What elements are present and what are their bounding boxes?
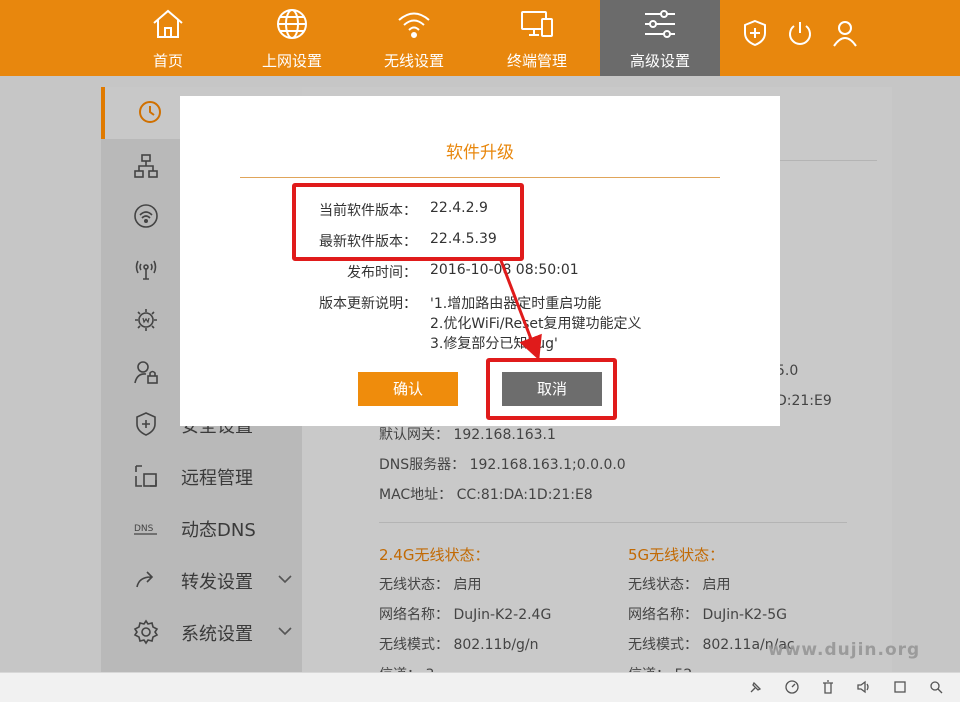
release-notes-label: 版本更新说明： [319,296,417,312]
dns-label: DNS服务器： [379,457,466,473]
nav-devices[interactable]: 终端管理 [477,0,597,76]
window-icon[interactable] [892,679,908,695]
network-icon [134,154,158,178]
wifi5-state-value: 启用 [702,577,731,593]
wifi24-ssid-row: 网络名称： DuJin-K2-2.4G [379,604,551,624]
wifi-router-icon [134,204,158,228]
gateway-label: 默认网关： [379,427,449,443]
mac-label: MAC地址： [379,487,453,503]
browser-status-bar [0,672,960,702]
sidebar-item-forwarding[interactable]: 转发设置 [101,555,302,607]
gateway-value: 192.168.163.1 [453,427,556,443]
remote-icon [135,465,157,487]
antenna-icon [135,260,157,280]
dns-row: DNS服务器： 192.168.163.1;0.0.0.0 [379,454,626,474]
wifi24-section-title: 2.4G无线状态： [379,546,490,564]
top-nav: 首页 上网设置 无线设置 终端管理 高级设置 [0,0,960,76]
nav-internet[interactable]: 上网设置 [232,0,352,76]
nav-advanced-label: 高级设置 [629,52,690,70]
nav-wireless[interactable]: 无线设置 [354,0,474,76]
user-icon [833,21,857,47]
sidebar-item-ddns-label: 动态DNS [181,520,256,541]
nav-home-label: 首页 [152,52,183,70]
divider [379,522,847,523]
mac-row: MAC地址： CC:81:DA:1D:21:E8 [379,484,593,504]
nav-devices-label: 终端管理 [506,52,567,70]
watermark: www.dujin.org [768,640,921,660]
wifi5-ssid-label: 网络名称： [628,607,698,623]
wifi5-ssid-row: 网络名称： DuJin-K2-5G [628,604,787,624]
release-note-3: 3.修复部分已知bug' [430,336,558,352]
devices-icon [521,11,553,37]
sliders-icon [645,10,675,38]
wifi24-state-label: 无线状态： [379,577,449,593]
annotation-box-versions [292,183,524,261]
home-icon [153,9,183,38]
release-time-label: 发布时间： [347,265,417,281]
system-gear-icon [133,619,159,645]
release-note-2: 2.优化WiFi/Reset复用键功能定义 [430,316,642,332]
globe-icon [277,9,307,39]
software-upgrade-dialog: 软件升级 当前软件版本： 22.4.2.9 最新软件版本： 22.4.5.39 … [180,96,780,426]
forward-icon [136,571,154,588]
pin-icon[interactable] [748,679,764,695]
annotation-box-cancel [486,358,617,420]
wifi-icon [398,12,430,38]
shield-plus-icon [744,19,766,47]
wifi24-mode-row: 无线模式： 802.11b/g/n [379,634,539,654]
zoom-icon[interactable] [928,679,944,695]
release-time-value: 2016-10-08 08:50:01 [430,262,579,278]
wifi24-state-row: 无线状态： 启用 [379,574,481,594]
dns-icon: DNS [134,524,157,535]
volume-icon[interactable] [856,679,872,695]
user-lock-icon [134,361,158,384]
sidebar-item-system-label: 系统设置 [181,624,253,645]
sidebar-item-system[interactable]: 系统设置 [101,607,302,659]
trash-icon[interactable] [820,679,836,695]
wifi24-ssid-value: DuJin-K2-2.4G [453,607,552,623]
clock-icon [139,101,161,123]
confirm-button[interactable]: 确认 [358,372,458,406]
chevron-down-icon [278,575,292,584]
dialog-divider [240,177,720,178]
power-icon [789,22,811,45]
gateway-row: 默认网关： 192.168.163.1 [379,424,556,444]
wifi5-state-label: 无线状态： [628,577,698,593]
speed-icon[interactable] [784,679,800,695]
dns-value: 192.168.163.1;0.0.0.0 [469,457,626,473]
wifi24-mode-value: 802.11b/g/n [453,637,539,653]
nav-advanced[interactable]: 高级设置 [600,0,720,76]
wifi24-mode-label: 无线模式： [379,637,449,653]
wifi5-ssid-value: DuJin-K2-5G [702,607,787,623]
gear-w-icon [135,309,157,331]
wifi5-state-row: 无线状态： 启用 [628,574,730,594]
shield-plus-button[interactable] [740,18,770,48]
wifi24-state-value: 启用 [453,577,482,593]
chevron-down-icon [278,627,292,636]
dialog-title: 软件升级 [446,143,514,163]
partial-value-2: D:21:E9 [776,393,832,409]
sidebar-item-ddns[interactable]: DNS 动态DNS [101,503,302,555]
wifi5-section-title: 5G无线状态： [628,546,725,564]
sidebar-item-remote[interactable]: 远程管理 [101,451,302,503]
user-button[interactable] [830,18,860,48]
wifi5-mode-label: 无线模式： [628,637,698,653]
svg-text:DNS: DNS [134,524,154,534]
shield-icon [136,412,156,436]
release-note-1: '1.增加路由器定时重启功能 [430,296,602,312]
nav-home[interactable]: 首页 [108,0,228,76]
nav-internet-label: 上网设置 [261,52,322,70]
wifi24-ssid-label: 网络名称： [379,607,449,623]
mac-value: CC:81:DA:1D:21:E8 [456,487,593,503]
sidebar-item-forwarding-label: 转发设置 [181,572,253,593]
sidebar-item-remote-label: 远程管理 [181,468,253,489]
nav-wireless-label: 无线设置 [383,52,444,70]
power-button[interactable] [785,18,815,48]
